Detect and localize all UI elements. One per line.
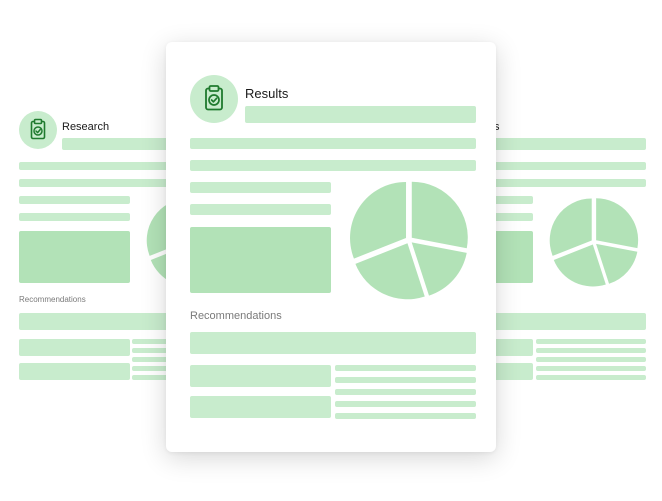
pie-chart bbox=[549, 198, 639, 287]
text-line-placeholder bbox=[536, 339, 646, 344]
section-label: Recommendations bbox=[190, 310, 282, 322]
report-icon-badge bbox=[190, 75, 238, 123]
text-line-placeholder bbox=[494, 162, 646, 170]
pie-slice bbox=[350, 181, 407, 259]
text-line-placeholder bbox=[132, 366, 168, 371]
section-header-placeholder bbox=[494, 313, 646, 330]
text-line-placeholder bbox=[19, 213, 130, 221]
card-title: Research bbox=[62, 121, 110, 133]
list-item-placeholder bbox=[190, 365, 331, 387]
text-line-placeholder bbox=[536, 366, 646, 371]
pie-slice bbox=[146, 203, 168, 256]
left-report-card: Research Recommendations bbox=[0, 88, 168, 418]
text-line-placeholder bbox=[335, 401, 476, 407]
clipboard-check-icon bbox=[30, 118, 46, 140]
text-line-placeholder bbox=[190, 138, 476, 149]
section-label: Recommendations bbox=[19, 295, 86, 304]
subtitle-placeholder bbox=[62, 138, 168, 150]
text-line-placeholder bbox=[335, 377, 476, 383]
right-report-card: s bbox=[494, 88, 662, 418]
list-item-placeholder bbox=[19, 339, 130, 356]
image-placeholder bbox=[19, 231, 130, 283]
text-line-placeholder bbox=[335, 365, 476, 371]
subtitle-placeholder bbox=[245, 106, 476, 123]
image-placeholder bbox=[190, 227, 331, 293]
text-line-placeholder bbox=[19, 179, 168, 187]
text-line-placeholder bbox=[132, 348, 168, 353]
list-item-placeholder bbox=[494, 363, 533, 380]
pie-slice bbox=[549, 198, 592, 256]
text-line-placeholder bbox=[19, 196, 130, 204]
section-header-placeholder bbox=[190, 332, 476, 354]
text-line-placeholder bbox=[132, 375, 168, 380]
text-line-placeholder bbox=[335, 413, 476, 419]
pie-slice bbox=[411, 181, 468, 249]
pie-chart bbox=[350, 181, 468, 300]
pie-slice bbox=[596, 198, 639, 249]
card-title: Results bbox=[245, 86, 289, 101]
text-line-placeholder bbox=[190, 204, 331, 215]
text-line-placeholder bbox=[132, 357, 168, 362]
list-item-placeholder bbox=[19, 363, 130, 380]
text-line-placeholder bbox=[19, 162, 168, 170]
text-line-placeholder bbox=[536, 348, 646, 353]
list-item-placeholder bbox=[190, 396, 331, 418]
list-item-placeholder bbox=[494, 339, 533, 356]
subtitle-placeholder bbox=[494, 138, 646, 150]
image-placeholder bbox=[494, 231, 533, 283]
text-line-placeholder bbox=[190, 160, 476, 171]
results-report-card: Results Recommendations bbox=[166, 42, 496, 452]
text-line-placeholder bbox=[494, 196, 533, 204]
text-line-placeholder bbox=[190, 182, 331, 193]
section-header-placeholder bbox=[19, 313, 168, 330]
clipboard-check-icon bbox=[205, 85, 223, 111]
text-line-placeholder bbox=[536, 375, 646, 380]
report-icon-badge bbox=[19, 111, 57, 149]
text-line-placeholder bbox=[132, 339, 168, 344]
text-line-placeholder bbox=[335, 389, 476, 395]
text-line-placeholder bbox=[536, 357, 646, 362]
text-line-placeholder bbox=[494, 179, 646, 187]
pie-chart bbox=[146, 203, 168, 281]
text-line-placeholder bbox=[494, 213, 533, 221]
